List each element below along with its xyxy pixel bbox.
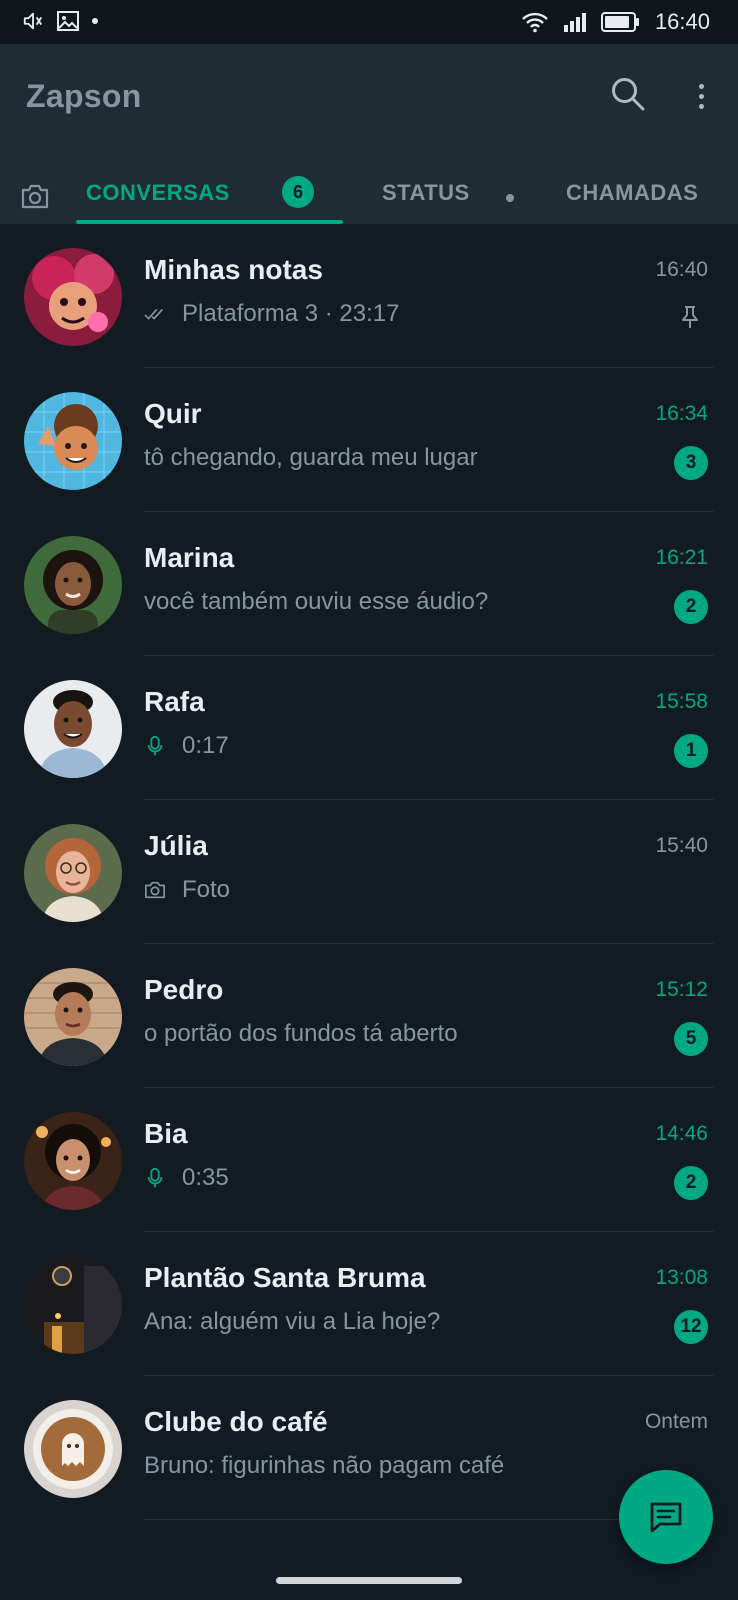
avatar[interactable] (24, 1112, 122, 1210)
new-chat-icon (650, 1502, 682, 1533)
clock: 16:40 (654, 9, 710, 34)
new-chat-button[interactable] (619, 1470, 713, 1564)
chat-preview-text: tô chegando, guarda meu lugar (144, 444, 478, 471)
search-button[interactable] (610, 76, 650, 116)
chat-preview: Foto (144, 876, 230, 904)
chat-time: 13:08 (655, 1266, 708, 1289)
microphone-icon (147, 1167, 163, 1188)
wifi-icon (522, 12, 548, 33)
home-indicator[interactable] (276, 1577, 462, 1584)
chat-time: 16:21 (655, 546, 708, 569)
search-icon (612, 78, 645, 111)
chat-preview-text: Foto (182, 876, 231, 903)
double-check-icon (144, 308, 163, 320)
chat-time: Ontem (644, 1410, 708, 1433)
chat-time: 16:34 (655, 402, 708, 425)
chat-time: 16:40 (655, 258, 708, 281)
unread-badge: 3 (674, 446, 708, 480)
chat-row-minhas-notas[interactable]: Minhas notas 16:40 Plataforma 3 · 23:17 (0, 224, 738, 368)
chat-preview-text: o portão dos fundos tá aberto (144, 1020, 458, 1047)
more-options-icon (698, 83, 704, 89)
tab-camera[interactable] (20, 182, 52, 212)
more-options-button[interactable] (686, 74, 716, 118)
pin-icon (682, 306, 698, 328)
chat-row-pedro[interactable]: Pedro 15:12 o portão dos fundos tá abert… (0, 944, 738, 1088)
signal-icon (563, 13, 586, 32)
unread-badge: 5 (674, 1022, 708, 1056)
unread-badge: 1 (674, 734, 708, 768)
unread-badge: 2 (674, 1166, 708, 1200)
status-update-dot (506, 194, 514, 202)
chat-row-marina[interactable]: Marina 16:21 você também ouviu esse áudi… (0, 512, 738, 656)
chat-row-quir[interactable]: Quir 16:34 tô chegando, guarda meu lugar… (0, 368, 738, 512)
notification-dot-icon (92, 18, 98, 24)
chat-preview-text: Bruno: figurinhas não pagam café (144, 1452, 505, 1479)
chat-name: Quir (144, 398, 202, 429)
unread-badge: 12 (674, 1310, 708, 1344)
avatar[interactable] (24, 392, 122, 490)
microphone-icon (147, 735, 163, 756)
chat-name: Júlia (144, 830, 208, 861)
chat-name: Minhas notas (144, 254, 323, 285)
chat-preview: 0:35 (144, 1164, 229, 1192)
camera-icon (145, 881, 165, 899)
tab-status[interactable]: STATUS (382, 180, 470, 206)
tab-chamadas[interactable]: CHAMADAS (566, 180, 698, 206)
chat-preview: Plataforma 3 · 23:17 (144, 300, 399, 328)
chat-list: Minhas notas 16:40 Plataforma 3 · 23:17 … (0, 224, 738, 1520)
app-header: Zapson CONVERSAS 6 STATUS CHAMADAS (0, 44, 738, 224)
avatar[interactable] (24, 1400, 122, 1498)
chat-time: 15:58 (655, 690, 708, 713)
chat-preview-text: Plataforma 3 · 23:17 (182, 300, 400, 327)
avatar[interactable] (24, 824, 122, 922)
chat-row-julia[interactable]: Júlia 15:40 Foto (0, 800, 738, 944)
chat-preview-text: 0:35 (182, 1164, 229, 1191)
chat-preview: você também ouviu esse áudio? (144, 588, 488, 616)
chat-preview: Ana: alguém viu a Lia hoje? (144, 1308, 440, 1336)
chat-preview-text: 0:17 (182, 732, 229, 759)
chat-name: Plantão Santa Bruma (144, 1262, 426, 1293)
image-icon (57, 11, 79, 31)
chat-time: 15:40 (655, 834, 708, 857)
chat-preview: 0:17 (144, 732, 229, 760)
chat-name: Marina (144, 542, 235, 573)
volume-icon (23, 12, 43, 30)
avatar[interactable] (24, 968, 122, 1066)
chat-time: 15:12 (655, 978, 708, 1001)
chat-name: Bia (144, 1118, 188, 1149)
status-bar: 16:40 (0, 0, 738, 44)
chat-name: Pedro (144, 974, 224, 1005)
chat-row-rafa[interactable]: Rafa 15:58 0:17 1 (0, 656, 738, 800)
chat-preview: tô chegando, guarda meu lugar (144, 444, 478, 472)
avatar[interactable] (24, 1256, 122, 1354)
chat-name: Rafa (144, 686, 205, 717)
chat-row-bia[interactable]: Bia 14:46 0:35 2 (0, 1088, 738, 1232)
camera-icon (21, 184, 49, 209)
chat-time: 14:46 (655, 1122, 708, 1145)
tab-bar: CONVERSAS 6 STATUS CHAMADAS (0, 174, 738, 224)
avatar[interactable] (24, 248, 122, 346)
app-title: Zapson (26, 78, 142, 114)
unread-badge: 2 (674, 590, 708, 624)
chat-preview-text: você também ouviu esse áudio? (144, 588, 489, 615)
chat-preview-text: Ana: alguém viu a Lia hoje? (144, 1308, 441, 1335)
chat-preview: Bruno: figurinhas não pagam café (144, 1452, 504, 1480)
chat-name: Clube do café (144, 1406, 328, 1437)
avatar[interactable] (24, 536, 122, 634)
tab-conversas-badge: 6 (282, 176, 314, 208)
chat-preview: o portão dos fundos tá aberto (144, 1020, 458, 1048)
chat-row-plantao-santa-bruma[interactable]: Plantão Santa Bruma 13:08 Ana: alguém vi… (0, 1232, 738, 1376)
avatar[interactable] (24, 680, 122, 778)
tab-conversas[interactable]: CONVERSAS (86, 180, 230, 206)
battery-icon (600, 12, 639, 32)
